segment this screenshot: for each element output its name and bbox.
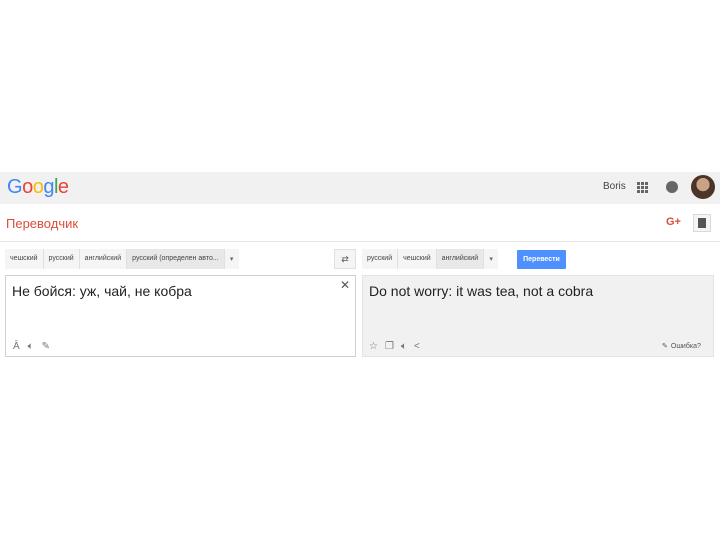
source-lang-detected[interactable]: русский (определен авто... (127, 249, 225, 269)
target-lang-russian[interactable]: русский (362, 249, 399, 269)
swap-icon: ⇄ (341, 253, 349, 264)
share-icon[interactable]: < (414, 341, 420, 352)
star-icon[interactable]: ☆ (369, 341, 378, 352)
source-lang-english[interactable]: английский (79, 249, 128, 269)
font-icon[interactable]: Ā (13, 341, 20, 352)
translate-button[interactable]: Перевести (517, 250, 566, 269)
target-lang-english[interactable]: английский (436, 249, 485, 269)
logo-letter-4: g (43, 176, 54, 198)
clear-icon[interactable]: ✕ (340, 278, 350, 292)
share-icon (698, 218, 706, 228)
translation-text: Do not worry: it was tea, not a cobra (369, 283, 594, 299)
logo-letter-1: G (7, 176, 23, 198)
logo-letter-3: o (32, 176, 44, 198)
apps-icon[interactable] (637, 182, 649, 194)
app-bar: Переводчик G+ (0, 204, 720, 242)
logo-letter-6: e (57, 176, 69, 198)
google-logo[interactable]: Google (7, 176, 69, 199)
share-page-button[interactable] (693, 214, 711, 232)
target-language-bar: русский чешский английский ▾ (362, 249, 499, 269)
gplus-button[interactable]: G+ (666, 216, 681, 228)
source-lang-dropdown-icon[interactable]: ▾ (224, 249, 239, 269)
source-tools: Ā 🔈︎ ✎ (13, 341, 50, 352)
page-title[interactable]: Переводчик (6, 216, 78, 231)
notifications-icon[interactable] (666, 181, 678, 193)
copy-icon[interactable]: ❐ (385, 341, 394, 352)
swap-languages-button[interactable]: ⇄ (334, 249, 356, 269)
translation-panel: Do not worry: it was tea, not a cobra ☆ … (362, 275, 714, 357)
feedback-label: Ошибка? (670, 342, 701, 350)
source-text[interactable]: Не бойся: уж, чай, не кобра (12, 283, 192, 299)
listen-icon[interactable]: 🔈︎ (401, 341, 407, 352)
source-lang-czech[interactable]: чешский (5, 249, 44, 269)
google-bar: Google Boris (0, 172, 720, 204)
user-name[interactable]: Boris (603, 181, 626, 192)
avatar[interactable] (691, 175, 715, 199)
source-lang-russian[interactable]: русский (43, 249, 80, 269)
source-text-panel[interactable]: Не бойся: уж, чай, не кобра ✕ Ā 🔈︎ ✎ (5, 275, 356, 357)
translation-tools: ☆ ❐ 🔈︎ < (369, 341, 420, 352)
target-lang-czech[interactable]: чешский (398, 249, 437, 269)
feedback-link[interactable]: ✎ Ошибка? (662, 342, 701, 351)
handwriting-icon[interactable]: ✎ (42, 341, 50, 352)
listen-icon[interactable]: 🔈︎ (28, 341, 34, 352)
pencil-icon: ✎ (662, 343, 668, 350)
target-lang-dropdown-icon[interactable]: ▾ (484, 249, 499, 269)
source-language-bar: чешский русский английский русский (опре… (5, 249, 239, 269)
logo-letter-2: o (22, 176, 33, 198)
